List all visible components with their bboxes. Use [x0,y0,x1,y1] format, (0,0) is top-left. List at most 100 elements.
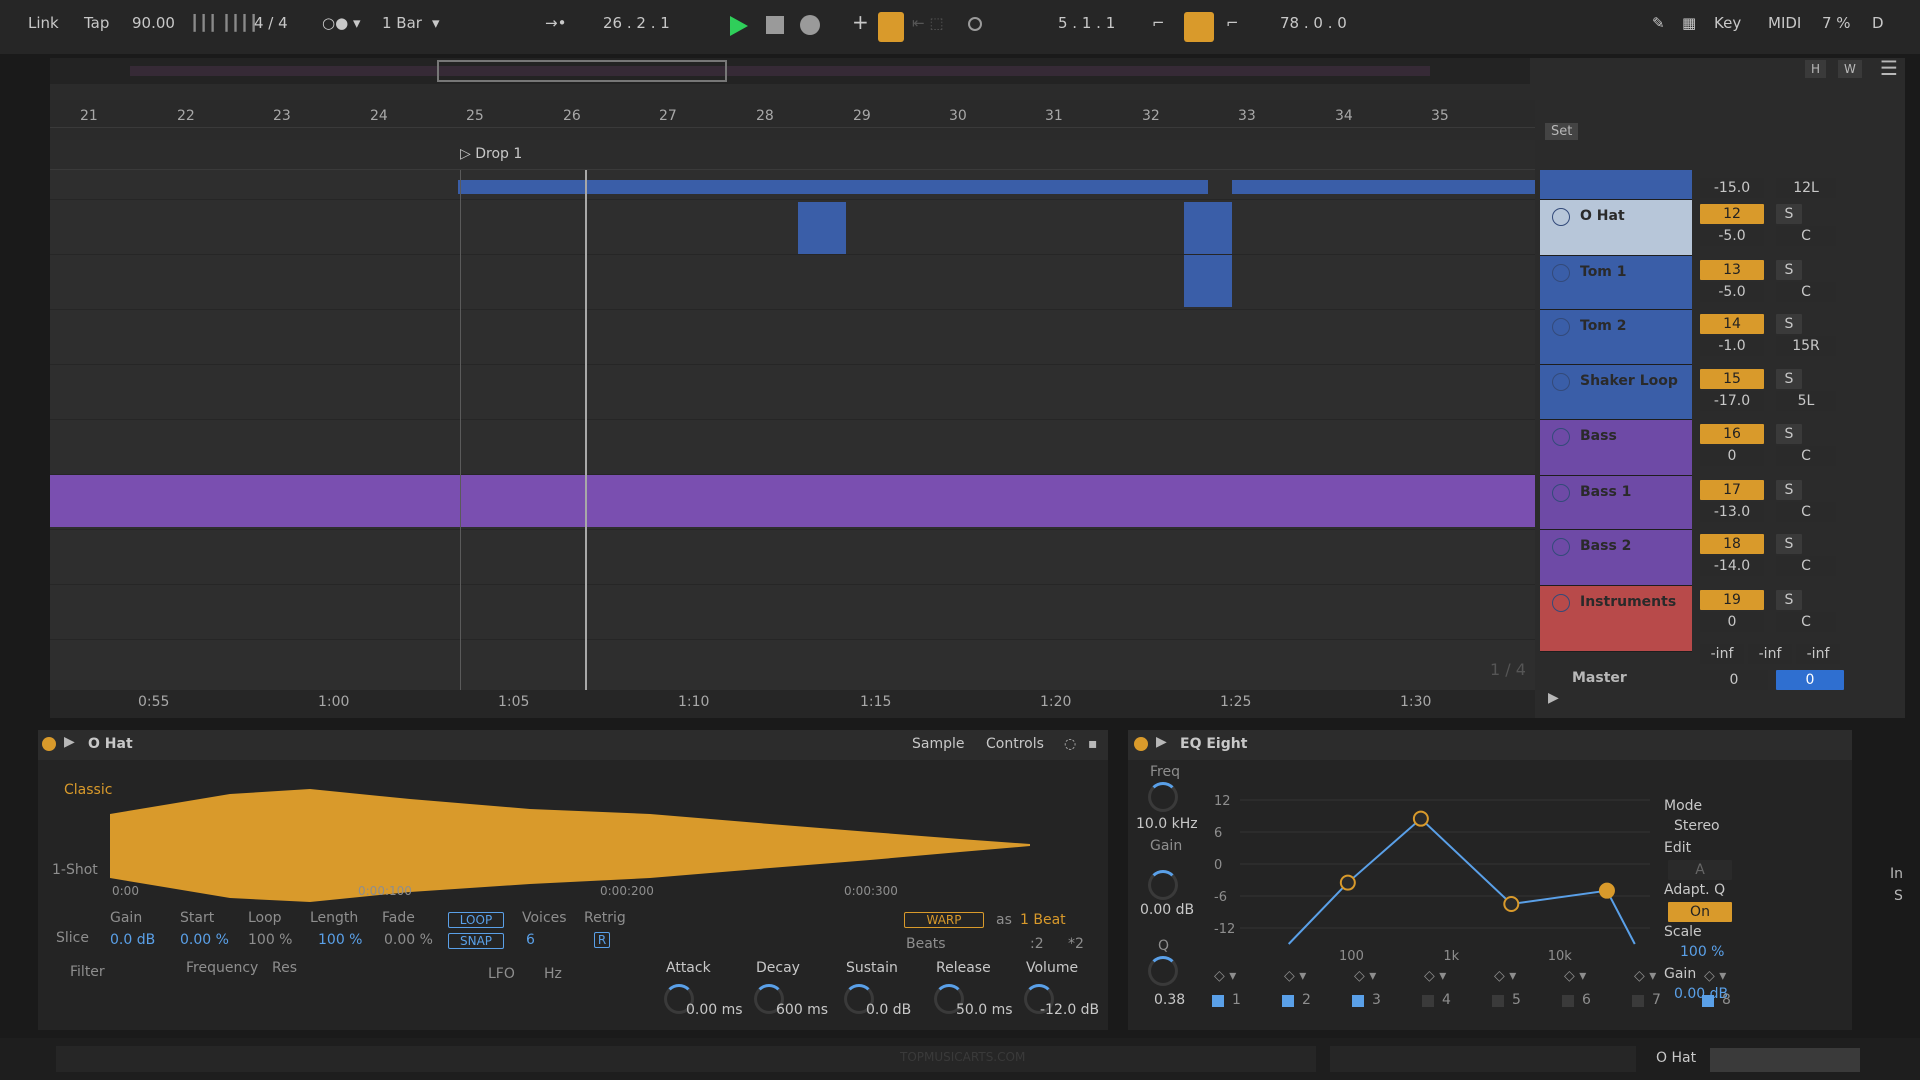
scale-value[interactable]: 100 % [1680,944,1724,960]
tab-sample[interactable]: Sample [912,736,965,752]
solo-button[interactable]: S [1776,480,1802,500]
hz-button[interactable]: Hz [544,966,562,982]
follow-icon[interactable]: →• [545,14,566,32]
midi-map-button[interactable]: MIDI [1768,14,1801,32]
mode-select[interactable]: Stereo [1674,818,1720,834]
snap-button[interactable]: SNAP [448,933,504,949]
track-number[interactable]: 15 [1700,369,1764,389]
set-button[interactable]: Set [1545,123,1579,140]
lfo-label[interactable]: LFO [488,966,515,982]
band-toggle[interactable] [1422,995,1434,1007]
lane-bass-2[interactable] [50,530,1535,585]
track-pan[interactable]: 15R [1776,336,1836,356]
track-header[interactable] [1540,170,1692,200]
lane-shaker-loop[interactable] [50,365,1535,420]
eq-band-point[interactable] [1412,810,1429,827]
track-volume[interactable]: 0 [1700,446,1764,466]
record-icon[interactable] [800,15,820,35]
play-icon[interactable] [728,14,750,38]
solo-button[interactable]: S [1776,590,1802,610]
key-map-button[interactable]: Key [1714,14,1741,32]
track-header[interactable]: Shaker Loop [1540,365,1692,420]
gain-value[interactable]: 0.00 dB [1140,902,1194,918]
lane-group[interactable] [50,170,1535,200]
track-pan[interactable]: C [1776,446,1836,466]
track-pan[interactable]: C [1776,502,1836,522]
track-number[interactable]: 18 [1700,534,1764,554]
loop-value[interactable]: 100 % [248,932,292,948]
master-volume[interactable]: 0 [1700,670,1768,690]
loop-start[interactable]: 5 . 1 . 1 [1058,14,1115,32]
locator-drop-1[interactable]: ▷ Drop 1 [460,146,522,162]
q-value[interactable]: 0.38 [1154,992,1185,1008]
track-number[interactable]: 17 [1700,480,1764,500]
filter-type-icon[interactable]: ◇ ▾ [1354,968,1376,984]
q-knob[interactable] [1148,956,1178,986]
solo-button[interactable]: S [1776,424,1802,444]
band-toggle[interactable] [1492,995,1504,1007]
master-pan[interactable]: 0 [1776,670,1844,690]
menu-icon[interactable]: ☰ [1880,56,1898,80]
punch-out-icon[interactable]: ⌐ [1226,14,1239,32]
track-header[interactable]: Bass 1 [1540,476,1692,530]
track-volume[interactable]: -15.0 [1700,178,1764,198]
time-signature[interactable]: 4 / 4 [254,14,288,32]
half-button[interactable]: :2 [1030,936,1044,952]
punch-in-icon[interactable]: ⌐ [1152,14,1165,32]
gain-value[interactable]: 0.0 dB [110,932,155,948]
track-pan[interactable]: C [1776,282,1836,302]
tempo-field[interactable]: 90.00 [132,14,175,32]
edit-button[interactable]: A [1668,860,1732,880]
filter-label[interactable]: Filter [70,964,105,980]
draw-icon[interactable]: ⇤ ⬚ [912,14,944,32]
tab-controls[interactable]: Controls [986,736,1044,752]
clip-o-hat[interactable] [1184,202,1232,254]
play-icon[interactable]: ▶ [1156,734,1167,750]
mode-one-shot[interactable]: 1-Shot [52,862,98,878]
track-number[interactable]: 12 [1700,204,1764,224]
beat-value[interactable]: 1 Beat [1020,912,1066,928]
h-button[interactable]: H [1805,60,1827,78]
track-number[interactable]: 13 [1700,260,1764,280]
band-toggle[interactable] [1352,995,1364,1007]
volume-value[interactable]: -12.0 dB [1040,1002,1099,1018]
track-pan[interactable]: C [1776,556,1836,576]
clip-shaker[interactable] [458,180,1208,194]
play-icon[interactable]: ▶ [64,734,75,750]
filter-type-icon[interactable]: ◇ ▾ [1284,968,1306,984]
add-icon[interactable]: + [852,10,869,34]
fold-icon[interactable] [1552,428,1570,446]
track-volume[interactable]: -5.0 [1700,226,1764,246]
voices-value[interactable]: 6 [526,932,535,948]
solo-button[interactable]: S [1776,369,1802,389]
clip-shaker[interactable] [1232,180,1535,194]
gain-knob[interactable] [1148,870,1178,900]
solo-button[interactable]: S [1776,314,1802,334]
track-volume[interactable]: -14.0 [1700,556,1764,576]
nudge-icon[interactable]: ┃┃┃ ┃┃┃┃ [190,14,258,32]
time-ruler[interactable]: 0:55 1:00 1:05 1:10 1:15 1:20 1:25 1:30 [50,690,1535,718]
eq-display[interactable]: 12 6 0 -6 -12 100 1k 10k [1210,764,1650,964]
track-header[interactable]: Instruments [1540,586,1692,652]
pencil-icon[interactable]: ✎ [1652,14,1665,32]
clip-o-hat[interactable] [798,202,846,254]
track-number[interactable]: 19 [1700,590,1764,610]
fold-icon[interactable] [1552,264,1570,282]
retrig-button[interactable]: R [594,932,610,948]
mode-classic[interactable]: Classic [64,782,112,798]
lane-tom-1[interactable] [50,255,1535,310]
track-pan[interactable]: 5L [1776,391,1836,411]
release-value[interactable]: 50.0 ms [956,1002,1013,1018]
lane-bass[interactable] [50,420,1535,527]
locator-lane[interactable]: ▷ Drop 1 [50,140,1535,170]
length-value[interactable]: 100 % [318,932,362,948]
fold-icon[interactable] [1552,594,1570,612]
attack-value[interactable]: 0.00 ms [686,1002,743,1018]
track-volume[interactable]: 0 [1700,612,1764,632]
automation-arm-icon[interactable] [878,12,904,42]
track-lanes[interactable]: 1 / 4 [50,170,1535,690]
eq-band-point[interactable] [1598,882,1615,899]
device-on-icon[interactable] [42,737,56,751]
solo-button[interactable]: S [1776,534,1802,554]
overview-strip[interactable] [50,58,1530,84]
